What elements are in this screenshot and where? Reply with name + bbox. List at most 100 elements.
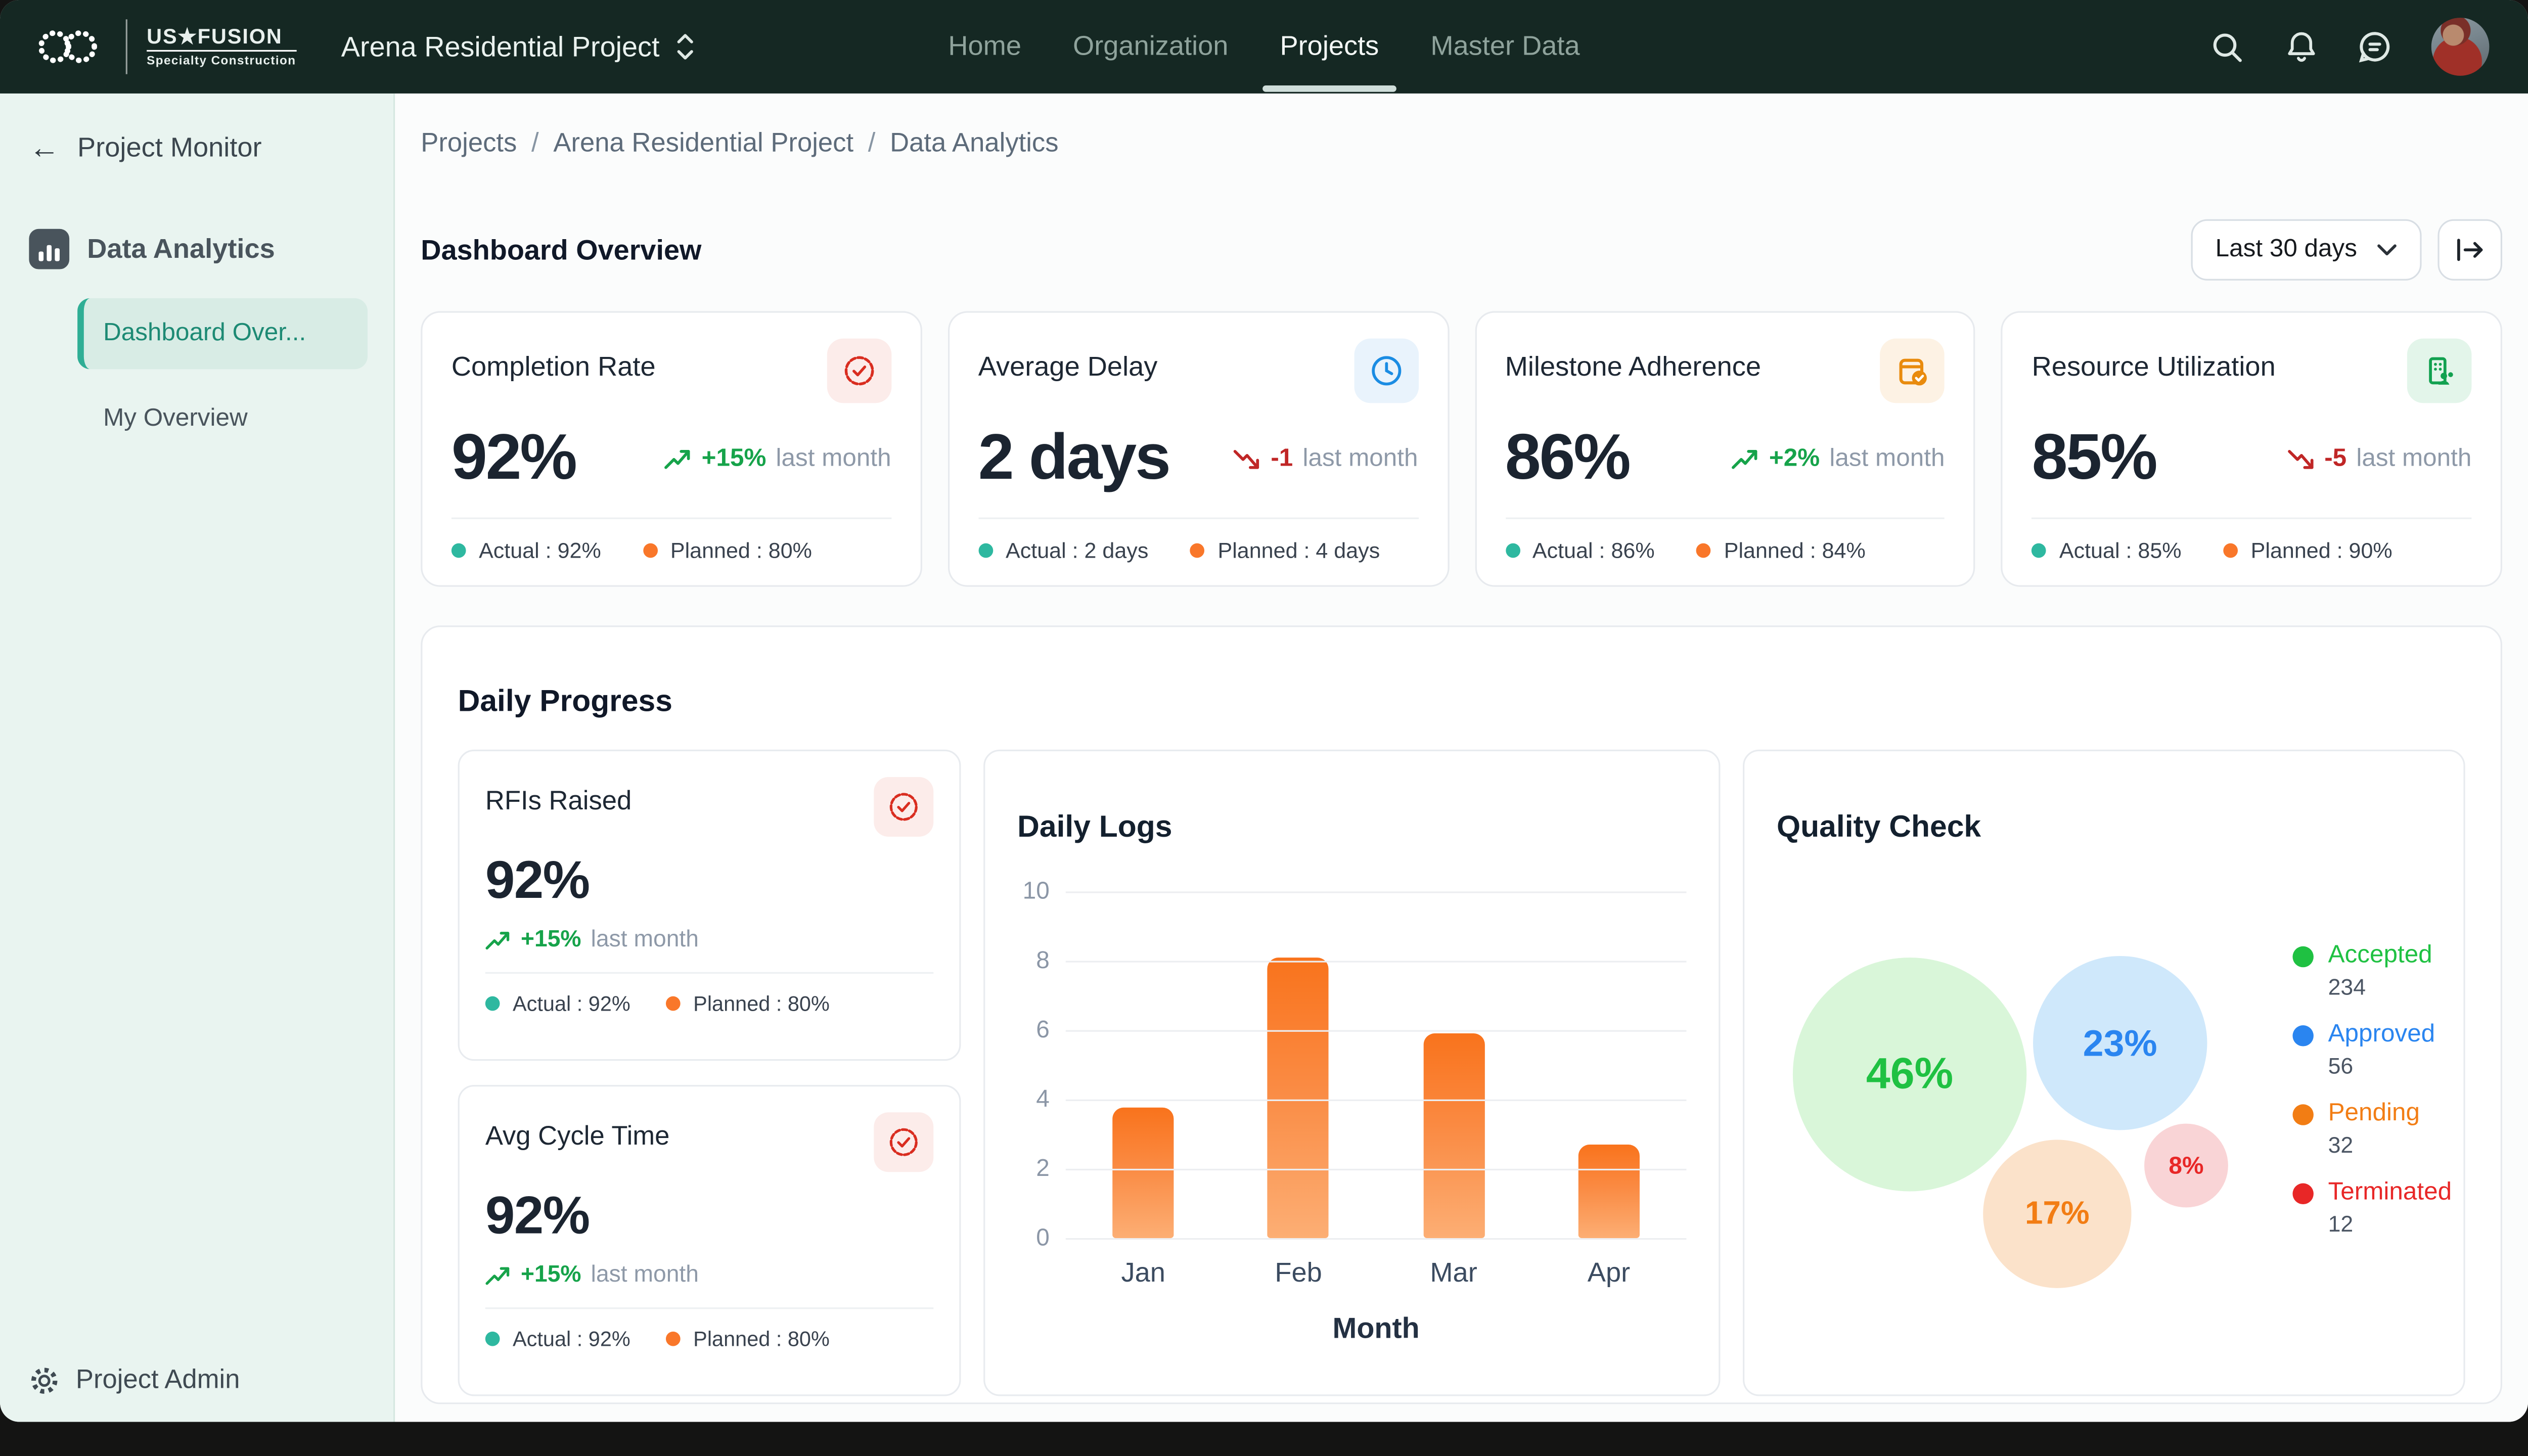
quality-bubble-pending: 17% xyxy=(1983,1140,2131,1288)
actual-dot xyxy=(485,996,500,1011)
badge-check-icon xyxy=(827,339,891,404)
sidebar-footer-project-admin[interactable]: Project Admin xyxy=(29,1366,240,1396)
nav-projects[interactable]: Projects xyxy=(1277,24,1382,69)
kpi-actual: Actual : 86% xyxy=(1532,539,1655,563)
mini-card-delta-suffix: last month xyxy=(591,927,699,953)
mini-card-planned: Planned : 80% xyxy=(693,992,830,1016)
kpi-card-resource-utilization: Resource Utilization xyxy=(2001,312,2502,587)
kpi-delta: +2% xyxy=(1769,445,1820,474)
kpi-actual: Actual : 2 days xyxy=(1006,539,1148,563)
legend-count: 32 xyxy=(2328,1132,2452,1158)
kpi-delta-suffix: last month xyxy=(1829,445,1945,474)
planned-dot xyxy=(666,996,681,1011)
x-tick-mar: Mar xyxy=(1376,1258,1531,1290)
mini-card-delta-suffix: last month xyxy=(591,1262,699,1288)
bar-apr xyxy=(1578,1145,1639,1239)
breadcrumb-data-analytics[interactable]: Data Analytics xyxy=(890,129,1058,160)
actual-dot xyxy=(2032,544,2047,559)
gridline xyxy=(1066,1169,1687,1171)
breadcrumb-separator: / xyxy=(868,129,876,160)
breadcrumb-project-name[interactable]: Arena Residential Project xyxy=(553,129,853,160)
mini-card-value: 92% xyxy=(485,850,933,911)
kpi-trend: +2% last month xyxy=(1732,445,1945,474)
daily-logs-yaxis: 1086420 xyxy=(1017,892,1066,1239)
gridline xyxy=(1066,892,1687,893)
mini-card-trend: +15% last month xyxy=(485,927,933,953)
export-icon xyxy=(2456,237,2485,263)
legend-count: 234 xyxy=(2328,974,2452,1000)
brand-text: US★FUSION Specialty Construction xyxy=(147,25,296,68)
mini-card-title: Avg Cycle Time xyxy=(485,1122,670,1153)
bar-jan xyxy=(1113,1107,1174,1238)
sidebar-section-label: Data Analytics xyxy=(87,233,275,265)
quality-bubble-terminated: 8% xyxy=(2144,1124,2228,1208)
legend-label: Approved xyxy=(2328,1021,2435,1050)
app-window: US★FUSION Specialty Construction Arena R… xyxy=(0,0,2528,1422)
nav-organization[interactable]: Organization xyxy=(1070,24,1232,69)
trend-up-icon xyxy=(1732,448,1759,471)
quality-legend-item-accepted: Accepted234 xyxy=(2292,942,2452,1000)
legend-dot xyxy=(2292,1104,2313,1124)
chevron-up-down-icon xyxy=(674,31,697,63)
sidebar-section-data-analytics[interactable]: Data Analytics xyxy=(29,229,368,269)
trend-up-icon xyxy=(485,1265,511,1286)
sidebar-item-my-overview[interactable]: My Overview xyxy=(77,395,368,443)
mini-card-value: 92% xyxy=(485,1185,933,1246)
project-selector[interactable]: Arena Residential Project xyxy=(341,30,697,64)
kpi-delta: -5 xyxy=(2324,445,2346,474)
topbar: US★FUSION Specialty Construction Arena R… xyxy=(0,0,2528,94)
sidebar-item-label: My Overview xyxy=(103,404,248,432)
notifications-bell-icon[interactable] xyxy=(2283,29,2318,64)
breadcrumb-projects[interactable]: Projects xyxy=(421,129,517,160)
kpi-value: 86% xyxy=(1505,423,1630,495)
gridline xyxy=(1066,1030,1687,1032)
kpi-value: 92% xyxy=(452,423,576,495)
date-range-label: Last 30 days xyxy=(2216,236,2357,264)
gridline xyxy=(1066,961,1687,963)
trend-up-icon xyxy=(485,930,511,950)
kpi-title: Resource Utilization xyxy=(2032,352,2276,385)
brand-line2: Specialty Construction xyxy=(147,51,296,68)
planned-dot xyxy=(643,544,658,559)
mini-card-trend: +15% last month xyxy=(485,1262,933,1288)
sidebar-item-label: Dashboard Over... xyxy=(103,319,306,346)
x-tick-apr: Apr xyxy=(1531,1258,1687,1290)
nav-master-data[interactable]: Master Data xyxy=(1427,24,1583,69)
sidebar-item-dashboard-overview[interactable]: Dashboard Over... xyxy=(77,298,368,369)
search-icon[interactable] xyxy=(2209,29,2244,64)
daily-progress-section: Daily Progress RFIs Raised xyxy=(421,626,2502,1405)
mini-card-actual: Actual : 92% xyxy=(513,992,630,1016)
kpi-planned: Planned : 90% xyxy=(2251,539,2392,563)
user-avatar[interactable] xyxy=(2431,18,2490,76)
brand: US★FUSION Specialty Construction xyxy=(32,19,296,74)
legend-count: 56 xyxy=(2328,1053,2452,1079)
export-button[interactable] xyxy=(2437,219,2502,281)
planned-dot xyxy=(1697,544,1711,559)
sidebar-back-project-monitor[interactable]: ← Project Monitor xyxy=(29,132,368,164)
date-range-dropdown[interactable]: Last 30 days xyxy=(2191,219,2422,281)
daily-logs-title: Daily Logs xyxy=(1017,811,1686,847)
nav-home[interactable]: Home xyxy=(945,24,1024,69)
page-title: Dashboard Overview xyxy=(421,233,701,267)
main-nav: Home Organization Projects Master Data xyxy=(945,24,1583,69)
y-tick: 10 xyxy=(1023,878,1050,905)
legend-dot xyxy=(2292,946,2313,967)
kpi-planned: Planned : 84% xyxy=(1724,539,1866,563)
y-tick: 2 xyxy=(1036,1155,1050,1182)
main-content: Projects / Arena Residential Project / D… xyxy=(395,94,2528,1422)
actual-dot xyxy=(452,544,466,559)
y-tick: 4 xyxy=(1036,1086,1050,1113)
quality-legend-item-pending: Pending 32 xyxy=(2292,1100,2452,1158)
messages-icon[interactable] xyxy=(2357,29,2392,64)
kpi-card-milestone-adherence: Milestone Adherence 86% xyxy=(1474,312,1975,587)
breadcrumb: Projects / Arena Residential Project / D… xyxy=(421,129,2502,160)
building-users-icon xyxy=(2407,339,2472,404)
legend-label: Pending xyxy=(2328,1100,2420,1128)
quality-legend-item-terminated: Terminated12 xyxy=(2292,1179,2452,1237)
mini-card-rfis-raised: RFIs Raised 92% +15% xyxy=(458,750,961,1061)
y-tick: 6 xyxy=(1036,1017,1050,1044)
planned-dot xyxy=(2223,544,2238,559)
sidebar: ← Project Monitor Data Analytics Dashboa… xyxy=(0,94,395,1422)
kpi-value: 85% xyxy=(2032,423,2156,495)
trend-up-icon xyxy=(664,448,692,471)
